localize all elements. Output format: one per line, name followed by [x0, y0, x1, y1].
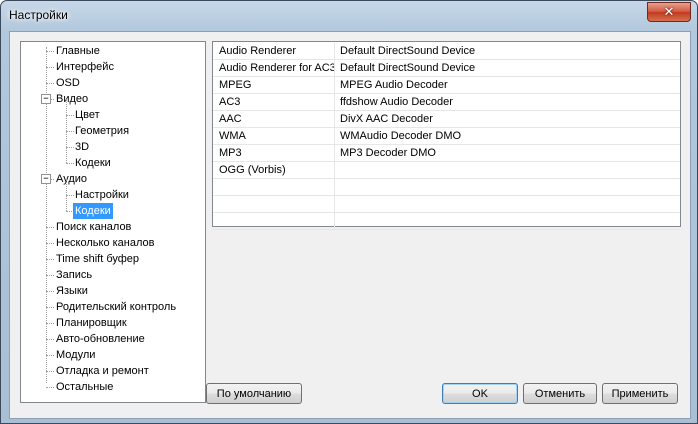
tree-item[interactable]: Родительский контроль — [54, 299, 178, 315]
tree-item[interactable]: Аудио — [54, 171, 89, 187]
tree-item[interactable]: Несколько каналов — [54, 235, 157, 251]
media-type-cell: OGG (Vorbis) — [213, 162, 335, 178]
filter-cell[interactable] — [335, 179, 680, 195]
tree-connector — [46, 275, 54, 276]
close-button[interactable]: ✕ — [647, 2, 691, 22]
tree-branch-line — [66, 195, 67, 211]
table-row[interactable] — [213, 213, 680, 230]
tree-item[interactable]: OSD — [54, 75, 82, 91]
tree-connector — [46, 51, 54, 52]
tree-connector — [46, 323, 54, 324]
tree-branch-line — [66, 179, 67, 195]
tree-branch-line — [66, 99, 67, 115]
dialog-body: Главные Интерфейс OSD Видео − Цвет Геометрия 3D… — [9, 31, 691, 419]
filter-cell[interactable]: DivX AAC Decoder — [335, 111, 680, 127]
tree-item[interactable]: Кодеки — [73, 155, 113, 171]
tree-connector — [46, 259, 54, 260]
tree-item[interactable]: Цвет — [73, 107, 102, 123]
tree-item[interactable]: 3D — [73, 139, 91, 155]
media-type-cell — [213, 196, 335, 212]
tree-item[interactable]: Интерфейс — [54, 59, 116, 75]
tree-item[interactable]: Запись — [54, 267, 94, 283]
tree-connector — [46, 291, 54, 292]
tree-item[interactable]: Отладка и ремонт — [54, 363, 151, 379]
tree-item[interactable]: Остальные — [54, 379, 115, 395]
collapse-icon[interactable]: − — [41, 174, 51, 184]
title-bar[interactable]: Настройки ✕ — [1, 1, 697, 31]
media-type-cell: AC3 — [213, 94, 335, 110]
tree-item[interactable]: Авто-обновление — [54, 331, 147, 347]
media-type-cell — [213, 213, 335, 229]
window-title: Настройки — [9, 8, 68, 22]
tree-connector — [46, 371, 54, 372]
media-type-cell: Audio Renderer for AC3 — [213, 60, 335, 76]
filter-cell[interactable]: MPEG Audio Decoder — [335, 77, 680, 93]
media-type-cell: AAC — [213, 111, 335, 127]
filter-cell[interactable]: MP3 Decoder DMO — [335, 145, 680, 161]
tree-connector — [46, 83, 54, 84]
cancel-button[interactable]: Отменить — [523, 383, 597, 404]
defaults-button[interactable]: По умолчанию — [206, 383, 302, 404]
codecs-table[interactable]: Audio Renderer Default DirectSound Device… — [212, 41, 681, 230]
filter-cell[interactable]: WMAudio Decoder DMO — [335, 128, 680, 144]
media-type-cell: Audio Renderer — [213, 43, 335, 59]
tree-item[interactable]: Поиск каналов — [54, 219, 133, 235]
table-row[interactable]: MP3 MP3 Decoder DMO — [213, 145, 680, 162]
tree-connector — [46, 387, 54, 388]
table-row[interactable]: WMA WMAudio Decoder DMO — [213, 128, 680, 145]
tree-item[interactable]: Кодеки — [73, 203, 113, 219]
tree-branch-line — [66, 131, 67, 147]
tree-item[interactable]: Time shift буфер — [54, 251, 141, 267]
tree-item[interactable]: Геометрия — [73, 123, 131, 139]
table-row[interactable]: Audio Renderer for AC3 Default DirectSoun… — [213, 60, 680, 77]
tree-item[interactable]: Видео — [54, 91, 90, 107]
table-row[interactable] — [213, 196, 680, 213]
tree-connector — [46, 355, 54, 356]
table-row[interactable]: AAC DivX AAC Decoder — [213, 111, 680, 128]
tree-connector — [46, 243, 54, 244]
media-type-cell: WMA — [213, 128, 335, 144]
tree-branch-line — [66, 115, 67, 131]
close-icon: ✕ — [663, 4, 675, 20]
tree-item[interactable]: Главные — [54, 43, 102, 59]
filter-cell[interactable]: Default DirectSound Device — [335, 60, 680, 76]
table-row[interactable]: OGG (Vorbis) — [213, 162, 680, 179]
apply-button[interactable]: Применить — [602, 383, 678, 404]
collapse-icon[interactable]: − — [41, 94, 51, 104]
table-row[interactable] — [213, 179, 680, 196]
tree-branch-line — [66, 147, 67, 163]
table-row[interactable]: Audio Renderer Default DirectSound Device — [213, 43, 680, 60]
media-type-cell: MP3 — [213, 145, 335, 161]
tree-connector — [46, 339, 54, 340]
media-type-cell — [213, 179, 335, 195]
tree-item[interactable]: Языки — [54, 283, 90, 299]
filter-cell[interactable]: Default DirectSound Device — [335, 43, 680, 59]
tree-item[interactable]: Модули — [54, 347, 97, 363]
ok-button[interactable]: OK — [442, 383, 518, 404]
settings-tree[interactable]: Главные Интерфейс OSD Видео − Цвет Геометрия 3D… — [20, 41, 206, 403]
media-type-cell: MPEG — [213, 77, 335, 93]
settings-window: Настройки ✕ Главные Интерфейс OSD Видео − Цве… — [0, 0, 698, 424]
tree-connector — [46, 67, 54, 68]
table-row[interactable]: AC3 ffdshow Audio Decoder — [213, 94, 680, 111]
tree-connector — [46, 307, 54, 308]
filter-cell[interactable]: ffdshow Audio Decoder — [335, 94, 680, 110]
table-row[interactable]: MPEG MPEG Audio Decoder — [213, 77, 680, 94]
filter-cell[interactable] — [335, 196, 680, 212]
filter-cell[interactable] — [335, 162, 680, 178]
tree-item[interactable]: Настройки — [73, 187, 131, 203]
tree-connector — [46, 227, 54, 228]
tree-item[interactable]: Планировщик — [54, 315, 129, 331]
filter-cell[interactable] — [335, 213, 680, 229]
